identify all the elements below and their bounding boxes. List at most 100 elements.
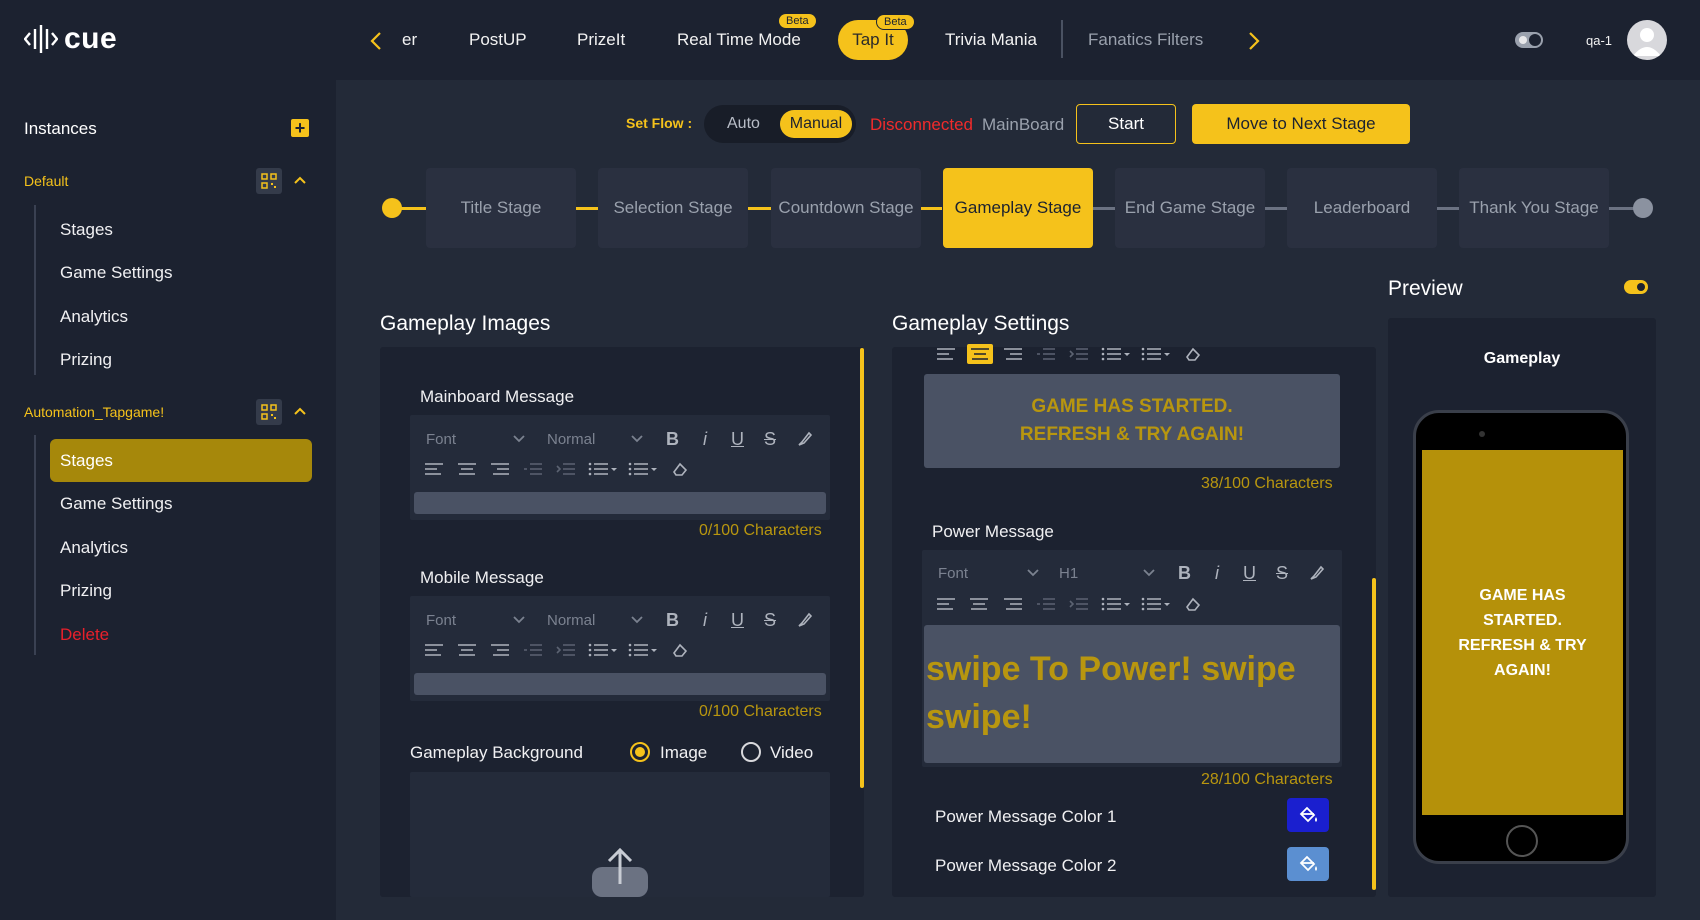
bold-icon[interactable]: B — [666, 610, 679, 631]
sidebar-item-game-settings[interactable]: Game Settings — [60, 494, 172, 514]
italic-icon[interactable]: i — [703, 610, 707, 631]
align-center-icon[interactable] — [969, 596, 989, 612]
indent-icon[interactable] — [556, 642, 576, 658]
chevron-left-icon[interactable] — [369, 31, 383, 51]
align-right-icon[interactable] — [1003, 596, 1023, 612]
chevron-up-icon[interactable] — [293, 175, 307, 185]
clear-format-icon[interactable] — [671, 642, 689, 658]
sidebar-item-prizing[interactable]: Prizing — [60, 581, 112, 601]
mainboard-message-input[interactable] — [414, 492, 826, 514]
italic-icon[interactable]: i — [703, 429, 707, 450]
next-stage-button[interactable]: Move to Next Stage — [1192, 104, 1410, 144]
align-left-icon[interactable] — [424, 642, 444, 658]
stage-selection[interactable]: Selection Stage — [598, 168, 748, 248]
power-color-2-swatch[interactable] — [1287, 847, 1329, 881]
stage-end-game[interactable]: End Game Stage — [1115, 168, 1265, 248]
tab-trivia-mania[interactable]: Trivia Mania — [945, 30, 1037, 50]
sidebar-item-stages[interactable]: Stages — [60, 220, 113, 240]
avatar[interactable] — [1627, 20, 1667, 60]
align-center-icon-active[interactable] — [967, 344, 993, 364]
outdent-icon[interactable] — [1036, 596, 1056, 612]
qr-code-icon[interactable] — [256, 168, 282, 194]
top-message-input[interactable]: GAME HAS STARTED. REFRESH & TRY AGAIN! — [924, 374, 1340, 468]
radio-video-label[interactable]: Video — [770, 743, 813, 763]
chevron-down-icon[interactable] — [1142, 567, 1156, 577]
bullet-list-icon[interactable] — [628, 642, 658, 658]
clear-format-icon[interactable] — [671, 461, 689, 477]
highlighter-icon[interactable] — [1308, 564, 1326, 582]
chevron-down-icon[interactable] — [630, 614, 644, 624]
bullet-list-icon[interactable] — [1141, 596, 1171, 612]
bold-icon[interactable]: B — [666, 429, 679, 450]
flow-auto-option[interactable]: Auto — [727, 115, 760, 133]
chevron-down-icon[interactable] — [1026, 567, 1040, 577]
chevron-right-icon[interactable] — [1247, 31, 1261, 51]
radio-image-label[interactable]: Image — [660, 743, 707, 763]
stage-leaderboard[interactable]: Leaderboard — [1287, 168, 1437, 248]
bullet-list-icon[interactable] — [1141, 346, 1171, 362]
underline-icon[interactable]: U — [731, 610, 744, 631]
outdent-icon[interactable] — [1036, 346, 1056, 362]
sidebar-item-analytics[interactable]: Analytics — [60, 538, 128, 558]
outdent-icon[interactable] — [523, 461, 543, 477]
sidebar-item-analytics[interactable]: Analytics — [60, 307, 128, 327]
indent-icon[interactable] — [1069, 596, 1089, 612]
underline-icon[interactable]: U — [1243, 563, 1256, 584]
add-instance-button[interactable]: + — [291, 119, 309, 137]
highlighter-icon[interactable] — [796, 611, 814, 629]
align-left-icon[interactable] — [936, 596, 956, 612]
ordered-list-icon[interactable] — [1101, 596, 1131, 612]
settings-scrollbar[interactable] — [1372, 578, 1376, 890]
strikethrough-icon[interactable]: S — [1276, 563, 1288, 584]
align-center-icon[interactable] — [457, 461, 477, 477]
tab-prizeit[interactable]: PrizeIt — [577, 30, 625, 50]
strikethrough-icon[interactable]: S — [764, 610, 776, 631]
tab-er[interactable]: er — [402, 30, 417, 50]
highlighter-icon[interactable] — [796, 430, 814, 448]
indent-icon[interactable] — [1069, 346, 1089, 362]
power-color-1-swatch[interactable] — [1287, 798, 1329, 832]
power-message-input[interactable]: swipe To Power! swipe swipe! — [924, 625, 1340, 763]
flow-manual-option[interactable]: Manual — [780, 110, 852, 138]
font-select[interactable]: Font — [938, 565, 968, 582]
start-button[interactable]: Start — [1076, 104, 1176, 144]
sidebar-item-prizing[interactable]: Prizing — [60, 350, 112, 370]
tab-real-time-mode[interactable]: Real Time Mode — [677, 30, 801, 50]
instance-automation-tapgame[interactable]: Automation_Tapgame! — [24, 404, 164, 420]
chevron-up-icon[interactable] — [293, 406, 307, 416]
clear-format-icon[interactable] — [1184, 346, 1202, 362]
app-logo[interactable]: cue — [24, 22, 117, 56]
ordered-list-icon[interactable] — [1101, 346, 1131, 362]
instance-default[interactable]: Default — [24, 173, 68, 189]
clear-format-icon[interactable] — [1184, 596, 1202, 612]
ordered-list-icon[interactable] — [588, 642, 618, 658]
sidebar-item-stages-active[interactable]: Stages — [50, 439, 312, 482]
tab-fanatics-filters[interactable]: Fanatics Filters — [1088, 30, 1203, 50]
chevron-down-icon[interactable] — [512, 614, 526, 624]
stage-thank-you[interactable]: Thank You Stage — [1459, 168, 1609, 248]
underline-icon[interactable]: U — [731, 429, 744, 450]
stage-countdown[interactable]: Countdown Stage — [771, 168, 921, 248]
align-right-icon[interactable] — [490, 642, 510, 658]
size-select[interactable]: Normal — [547, 431, 595, 448]
bold-icon[interactable]: B — [1178, 563, 1191, 584]
sidebar-item-game-settings[interactable]: Game Settings — [60, 263, 172, 283]
upload-icon[interactable] — [591, 848, 649, 897]
tab-postup[interactable]: PostUP — [469, 30, 527, 50]
align-right-icon[interactable] — [1003, 346, 1023, 362]
chevron-down-icon[interactable] — [630, 433, 644, 443]
align-left-icon[interactable] — [936, 346, 956, 362]
italic-icon[interactable]: i — [1215, 563, 1219, 584]
size-select[interactable]: Normal — [547, 612, 595, 629]
theme-toggle-icon[interactable] — [1514, 30, 1544, 50]
font-select[interactable]: Font — [426, 612, 456, 629]
outdent-icon[interactable] — [523, 642, 543, 658]
bullet-list-icon[interactable] — [628, 461, 658, 477]
font-select[interactable]: Font — [426, 431, 456, 448]
strikethrough-icon[interactable]: S — [764, 429, 776, 450]
stage-title[interactable]: Title Stage — [426, 168, 576, 248]
preview-toggle[interactable] — [1624, 280, 1648, 294]
sidebar-item-delete[interactable]: Delete — [60, 625, 109, 645]
align-left-icon[interactable] — [424, 461, 444, 477]
chevron-down-icon[interactable] — [512, 433, 526, 443]
